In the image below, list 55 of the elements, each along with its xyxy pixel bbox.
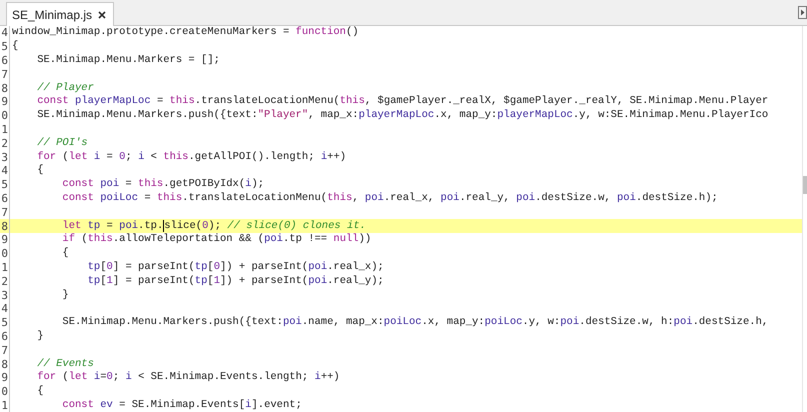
line-number: 6	[1, 54, 8, 67]
line-number: 6	[1, 192, 8, 205]
code-line: tp[0] = parseInt(tp[0]) + parseInt(poi.real_x);	[86, 260, 384, 274]
code-line: // Events	[36, 358, 94, 371]
line-number: 2	[1, 274, 8, 288]
scrollbar-thumb[interactable]	[803, 176, 807, 194]
code-line: // POI's	[36, 136, 88, 150]
code-line: {	[12, 40, 18, 54]
line-number: 7	[1, 68, 8, 81]
line-number: 4	[1, 26, 8, 40]
code-line: }	[61, 288, 69, 302]
close-icon[interactable]	[98, 10, 106, 18]
code-line: for (let i = 0; i < this.getAllPOI().length; i++)	[36, 150, 346, 164]
line-number: 5	[1, 178, 8, 192]
line-number: 9	[1, 95, 8, 108]
code-line: const ev = SE.Minimap.Events[i].event;	[61, 398, 302, 412]
code-line: // Player	[36, 82, 94, 95]
code-line: {	[36, 164, 44, 178]
code-line: for (let i=0; i < SE.Minimap.Events.length; i++)	[36, 371, 340, 384]
code-line: {	[36, 385, 44, 398]
line-number: 5	[1, 316, 8, 330]
line-number: 3	[1, 288, 8, 302]
line-number: 8	[1, 358, 8, 371]
line-number: 7	[1, 206, 8, 219]
code-line: {	[61, 247, 69, 260]
line-number: 0	[1, 247, 8, 260]
code-line: const poi = this.getPOIByIdx(i);	[61, 178, 264, 192]
code-line: const playerMapLoc = this.translateLocationMenu(this, $gamePlayer._realX, $gamePlayer._realY, SE.Minimap.Menu.Player	[36, 95, 768, 108]
line-number: 0	[1, 385, 8, 398]
file-tab[interactable]: SE_Minimap.js	[6, 2, 114, 26]
code-line: tp[1] = parseInt(tp[1]) + parseInt(poi.real_y);	[86, 274, 384, 288]
code-line: SE.Minimap.Menu.Markers = [];	[36, 54, 220, 67]
line-number: 2	[1, 136, 8, 150]
line-number: 9	[1, 371, 8, 384]
line-number: 1	[1, 122, 8, 136]
line-number: 4	[1, 302, 8, 316]
code-line: const poiLoc = this.translateLocationMenu(this, poi.real_x, poi.real_y, poi.destSize.w, poi.destSize.h);	[61, 192, 718, 205]
line-number: 7	[1, 344, 8, 357]
code-line: SE.Minimap.Menu.Markers.push({text:"Player", map_x:playerMapLoc.x, map_y:playerMapLoc.y, w:SE.Minimap.Menu.PlayerIco	[36, 109, 768, 122]
code-line: SE.Minimap.Menu.Markers.push({text:poi.name, map_x:poiLoc.x, map_y:poiLoc.y, w:poi.destSize.w, h:poi.destSize.h,	[61, 316, 768, 330]
line-number: 5	[1, 40, 8, 54]
code-line: window_Minimap.prototype.createMenuMarkers = function()	[12, 26, 359, 40]
code-line: if (this.allowTeleportation && (poi.tp !== null))	[61, 233, 372, 246]
line-number: 8	[1, 82, 8, 95]
line-number: 4	[1, 164, 8, 178]
code-line: }	[36, 330, 44, 343]
line-number: 1	[1, 260, 8, 274]
line-number: 1	[1, 398, 8, 412]
code-line: let tp = poi.tp.slice(0); // slice(0) clones it.	[61, 220, 366, 233]
line-number: 0	[1, 109, 8, 122]
line-number: 9	[1, 233, 8, 246]
line-number: 3	[1, 150, 8, 164]
line-number: 8	[1, 220, 8, 233]
tab-scroll-button[interactable]	[798, 6, 807, 19]
line-number: 6	[1, 330, 8, 343]
